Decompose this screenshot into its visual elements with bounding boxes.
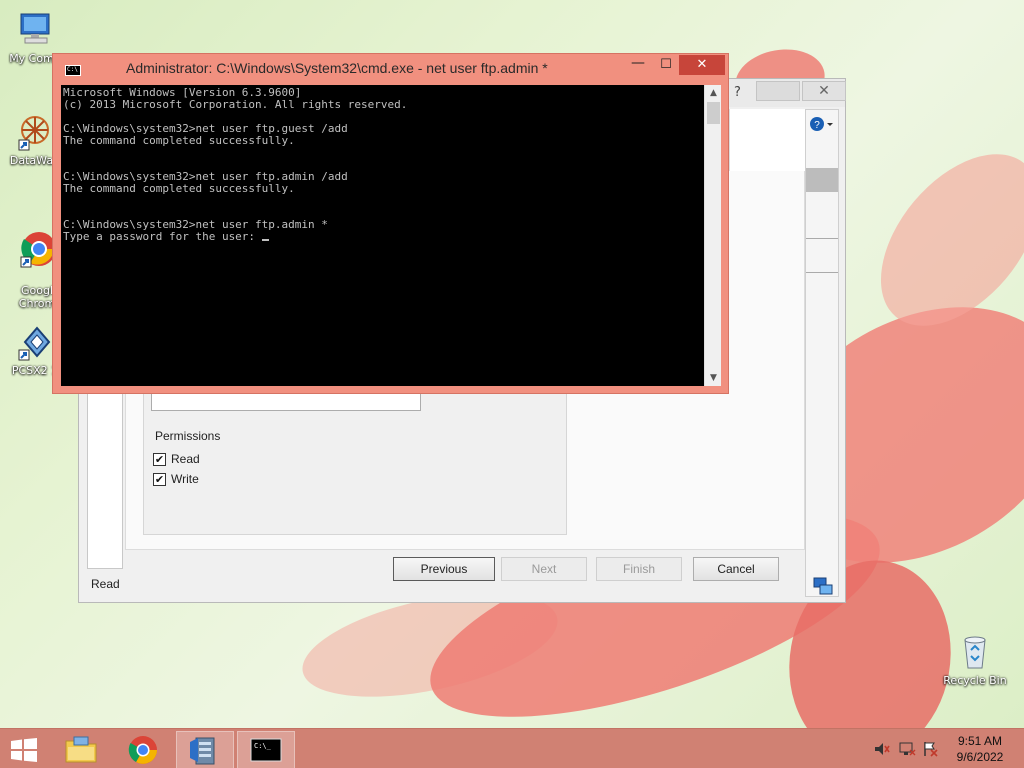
clock-date: 9/6/2022 (956, 750, 1004, 764)
console-line: The command completed successfully. (63, 134, 295, 147)
svg-text:C:\_: C:\_ (254, 742, 272, 750)
windows-start-icon[interactable] (10, 738, 38, 762)
finish-button[interactable]: Finish (596, 557, 682, 581)
permissions-label: Permissions (155, 429, 221, 443)
actions-panel-selected-row[interactable] (806, 168, 838, 192)
scroll-up-arrow-icon[interactable]: ▲ (705, 85, 722, 101)
datawag-icon (18, 116, 49, 151)
wizard-help-caption-button[interactable]: ? (734, 85, 741, 100)
console-line: Type a password for the user: (63, 231, 704, 243)
desktop-icon-recycle-bin[interactable]: Recycle Bin (940, 632, 1010, 687)
svg-text:?: ? (814, 120, 820, 131)
status-bar-text: Read (91, 577, 120, 591)
action-center-flag-icon[interactable] (922, 741, 938, 757)
cmd-icon: C:\_ (250, 738, 282, 762)
cmd-window-title: Administrator: C:\Windows\System32\cmd.e… (126, 60, 548, 76)
console-cursor (261, 239, 269, 241)
console-line: The command completed successfully. (63, 182, 295, 195)
help-icon[interactable]: ? (808, 114, 836, 134)
volume-muted-icon[interactable] (874, 741, 890, 757)
taskbar-server-manager[interactable] (176, 731, 234, 768)
command-prompt-window: C:\ Administrator: C:\Windows\System32\c… (52, 53, 729, 394)
wizard-header-area (729, 109, 805, 171)
actions-panel: ? (805, 109, 839, 597)
console-output[interactable]: Microsoft Windows [Version 6.3.9600] (c) … (61, 85, 704, 386)
scroll-thumb[interactable] (707, 102, 720, 124)
cmd-close-button[interactable]: ✕ (679, 55, 725, 75)
wizard-close-button[interactable]: ✕ (802, 81, 846, 101)
recycle-bin-icon (964, 636, 986, 669)
system-clock[interactable]: 9:51 AM 9/6/2022 (944, 733, 1016, 765)
divider (806, 272, 838, 273)
console-scrollbar[interactable]: ▲ ▼ (704, 85, 721, 386)
write-checkbox-label: Write (171, 472, 199, 486)
console-line: (c) 2013 Microsoft Corporation. All righ… (63, 98, 408, 111)
scroll-down-arrow-icon[interactable]: ▼ (705, 370, 722, 386)
network-status-icon (813, 577, 833, 595)
file-explorer-icon (65, 736, 97, 763)
chrome-icon (128, 736, 157, 764)
clock-time: 9:51 AM (957, 734, 1003, 748)
pcsx2-icon (18, 326, 51, 361)
taskbar-chrome[interactable] (114, 731, 172, 768)
computer-icon (20, 13, 50, 44)
chrome-icon (20, 232, 56, 268)
cmd-icon[interactable]: C:\ (65, 65, 81, 76)
taskbar-file-explorer[interactable] (52, 731, 110, 768)
previous-button[interactable]: Previous (393, 557, 495, 581)
read-checkbox[interactable]: ✔ (153, 453, 166, 466)
users-textbox[interactable] (151, 393, 421, 411)
network-icon[interactable] (898, 741, 916, 757)
taskbar-command-prompt[interactable]: C:\_ (237, 731, 295, 768)
wizard-minimize-button[interactable] (756, 81, 800, 101)
server-manager-icon (190, 737, 215, 765)
taskbar: C:\_ 9:51 AM 9/6/2022 (0, 728, 1024, 768)
cmd-minimize-button[interactable]: — (623, 56, 653, 74)
cancel-button[interactable]: Cancel (693, 557, 779, 581)
read-checkbox-label: Read (171, 452, 200, 466)
cmd-maximize-button[interactable]: ☐ (653, 56, 679, 74)
next-button[interactable]: Next (501, 557, 587, 581)
write-checkbox[interactable]: ✔ (153, 473, 166, 486)
divider (806, 238, 838, 239)
